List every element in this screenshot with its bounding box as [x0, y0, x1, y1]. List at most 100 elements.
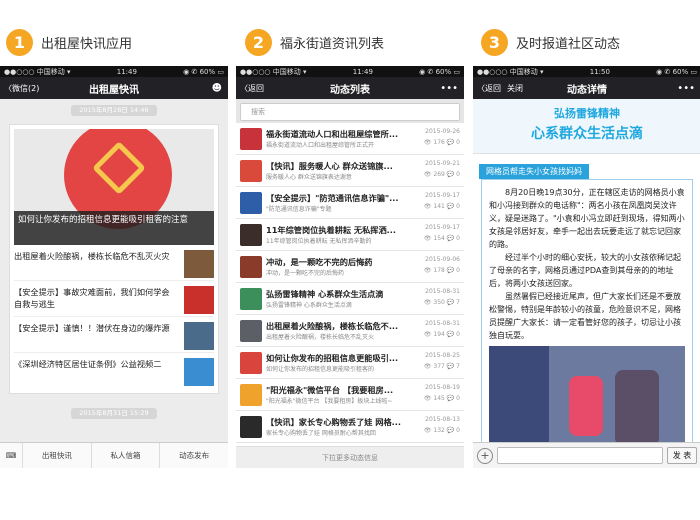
comment-count: 0	[456, 235, 460, 242]
table-row[interactable]: 11年综管岗位执着耕耘 无私挥洒... 11年综管岗位执着耕耘 无私挥洒辛勤的 20…	[236, 219, 464, 251]
menu-tab[interactable]: 动态发布	[159, 443, 228, 468]
list-item[interactable]: 出租屋着火险酿祸，楼栋长临危不乱灭火灾	[14, 245, 214, 281]
send-button[interactable]: 发 表	[667, 447, 697, 464]
phone-wechat-chat: ●●○○○ 中国移动 ▾ 11:49 ◉ ✆ 60% ▭ 〈微信(2) 出租屋快讯 …	[0, 66, 228, 468]
thumbnail	[240, 351, 262, 374]
plus-icon[interactable]: +	[477, 447, 493, 464]
comment-count: 0	[456, 267, 460, 274]
comment-count: 0	[456, 171, 460, 178]
table-row[interactable]: 出租屋着火险酿祸，楼栋长临危不... 出租屋着火险酿祸，楼栋长临危不乱灭火 2015…	[236, 315, 464, 347]
row-date: 2015-08-19	[425, 384, 460, 391]
row-counts: 👁 269 💬 0	[423, 171, 460, 178]
comment-count: 0	[456, 427, 460, 434]
menu-tab[interactable]: 出租快讯	[22, 443, 91, 468]
article-photo	[489, 346, 685, 446]
row-counts: 👁 176 💬 0	[423, 139, 460, 146]
nav-bar: 〈微信(2) 出租屋快讯 ☻	[0, 77, 228, 99]
row-summary: 如何让你发布的招租信息更能吸引租客的	[266, 365, 375, 373]
step-3: 3 及时报道社区动态	[481, 28, 620, 56]
table-row[interactable]: 【快讯】家长专心购物丢了娃 网格... 家长专心购物丢了娃 网格员耐心帮其找回 20…	[236, 411, 464, 443]
back-button[interactable]: 〈微信(2)	[0, 83, 39, 94]
table-row[interactable]: "阳光福永"微信平台 【我要租房... "阳光福永"微信平台 【我要租房】板块上线…	[236, 379, 464, 411]
list-item-title: 【安全提示】谨慎！！潜伏在身边的爆炸源	[14, 323, 170, 333]
step-number: 1	[6, 28, 33, 56]
row-counts: 👁 132 💬 0	[423, 427, 460, 434]
thumbnail	[184, 250, 214, 278]
view-count: 269	[433, 171, 445, 178]
table-row[interactable]: 弘扬雷锋精神 心系群众生活点滴 弘扬雷锋精神 心系群众生活点滴 2015-08-31…	[236, 283, 464, 315]
row-title: 【安全提示】"防范通讯信息诈骗"...	[266, 192, 399, 203]
close-button[interactable]: 关闭	[501, 83, 523, 94]
row-date: 2015-08-13	[425, 416, 460, 423]
thumbnail	[240, 191, 262, 214]
paragraph: 8月20日晚19点30分，正在辖区走访的网格员小袁和小冯接到群众的电话称"：两名…	[489, 188, 685, 249]
more-icon[interactable]: •••	[440, 83, 458, 94]
article-tag: 网格员帮走失小女孩找妈妈	[479, 164, 589, 179]
list-item[interactable]: 【安全提示】谨慎！！潜伏在身边的爆炸源	[14, 317, 214, 353]
carrier: ●●○○○ 中国移动 ▾	[477, 67, 544, 76]
article-banner: 弘扬雷锋精神 心系群众生活点滴	[473, 99, 700, 154]
list-item[interactable]: 《深圳经济特区居住证条例》公益视频二	[14, 353, 214, 389]
thumbnail	[240, 415, 262, 438]
table-row[interactable]: 【快讯】服务暖人心 群众送锦旗... 服务暖人心 群众送锦旗表达谢意 2015-09…	[236, 155, 464, 187]
search-bar: 搜索	[236, 99, 464, 123]
row-summary: "阳光福永"微信平台 【我要租房】板块上线啦~	[266, 397, 393, 405]
carrier: ●●○○○ 中国移动 ▾	[240, 67, 307, 76]
step-number: 2	[245, 28, 272, 56]
person-icon[interactable]: ☻	[212, 83, 222, 94]
thumbnail	[184, 358, 214, 386]
row-summary: 冲动，是一颗吃不完的后悔药	[266, 269, 345, 277]
paragraph: 虽然暑假已经接近尾声，但广大家长们还是不要放松警惕，特别是年龄较小的孩童，危险意…	[489, 292, 681, 340]
keyboard-icon[interactable]: ⌨	[0, 443, 22, 468]
more-icon[interactable]: •••	[677, 83, 695, 94]
table-row[interactable]: 如何让你发布的招租信息更能吸引... 如何让你发布的招租信息更能吸引租客的 2015…	[236, 347, 464, 379]
back-button[interactable]: 〈返回	[473, 83, 501, 94]
view-count: 141	[433, 203, 445, 210]
view-count: 350	[433, 299, 445, 306]
news-list: 福永街道流动人口和出租屋综管所... 福永街道流动人口和出租屋综管所正式开 2015…	[236, 123, 464, 443]
comment-input[interactable]	[497, 447, 663, 464]
comment-bar: + 发 表	[473, 442, 700, 468]
search-input[interactable]: 搜索	[240, 103, 460, 121]
comment-count: 0	[456, 395, 460, 402]
timestamp: 2015年8月31日 15:29	[71, 408, 157, 419]
banner-line-1: 弘扬雷锋精神	[554, 107, 620, 120]
row-title: 【快讯】家长专心购物丢了娃 网格...	[266, 416, 401, 427]
menu-tab[interactable]: 私人信箱	[90, 443, 160, 468]
row-title: 出租屋着火险酿祸，楼栋长临危不...	[266, 320, 399, 331]
thumbnail	[240, 383, 262, 406]
row-summary: 出租屋着火险酿祸，楼栋长临危不乱灭火	[266, 333, 375, 341]
row-title: 11年综管岗位执着耕耘 无私挥洒...	[266, 224, 397, 235]
hero-image[interactable]: 如何让你发布的招租信息更能吸引租客的注意	[14, 129, 214, 245]
nav-bar: 〈返回 动态列表 •••	[236, 77, 464, 99]
status-bar: ●●○○○ 中国移动 ▾ 11:49 ◉ ✆ 60% ▭	[236, 66, 464, 77]
thumbnail	[240, 319, 262, 342]
view-count: 154	[433, 235, 445, 242]
row-title: 如何让你发布的招租信息更能吸引...	[266, 352, 399, 363]
row-title: "阳光福永"微信平台 【我要租房...	[266, 384, 394, 395]
row-title: 【快讯】服务暖人心 群众送锦旗...	[266, 160, 393, 171]
row-date: 2015-09-17	[425, 224, 460, 231]
row-summary: 服务暖人心 群众送锦旗表达谢意	[266, 173, 352, 181]
news-card[interactable]: 如何让你发布的招租信息更能吸引租客的注意 出租屋着火险酿祸，楼栋长临危不乱灭火灾…	[9, 124, 219, 394]
table-row[interactable]: 【安全提示】"防范通讯信息诈骗"... "防范通讯信息诈骗"专题 2015-09-1…	[236, 187, 464, 219]
comment-count: 7	[456, 363, 460, 370]
row-date: 2015-09-26	[425, 128, 460, 135]
table-row[interactable]: 福永街道流动人口和出租屋综管所... 福永街道流动人口和出租屋综管所正式开 2015…	[236, 123, 464, 155]
view-count: 178	[433, 267, 445, 274]
bottom-menu: ⌨ 出租快讯 私人信箱 动态发布	[0, 442, 228, 468]
load-more[interactable]: 下拉更多动态信息	[236, 446, 464, 468]
thumbnail	[240, 127, 262, 150]
view-count: 176	[433, 139, 445, 146]
row-title: 弘扬雷锋精神 心系群众生活点滴	[266, 288, 384, 299]
row-counts: 👁 145 💬 0	[423, 395, 460, 402]
back-button[interactable]: 〈返回	[236, 83, 264, 94]
nav-bar: 〈返回 关闭 动态详情 •••	[473, 77, 700, 99]
row-date: 2015-08-31	[425, 320, 460, 327]
list-item[interactable]: 【安全提示】事故灾难面前，我们如何学会自救与逃生	[14, 281, 214, 317]
row-date: 2015-09-06	[425, 256, 460, 263]
row-date: 2015-09-21	[425, 160, 460, 167]
row-summary: 弘扬雷锋精神 心系群众生活点滴	[266, 301, 352, 309]
row-title: 冲动，是一颗吃不完的后悔药	[266, 256, 373, 267]
table-row[interactable]: 冲动，是一颗吃不完的后悔药 冲动，是一颗吃不完的后悔药 2015-09-06 👁 17…	[236, 251, 464, 283]
